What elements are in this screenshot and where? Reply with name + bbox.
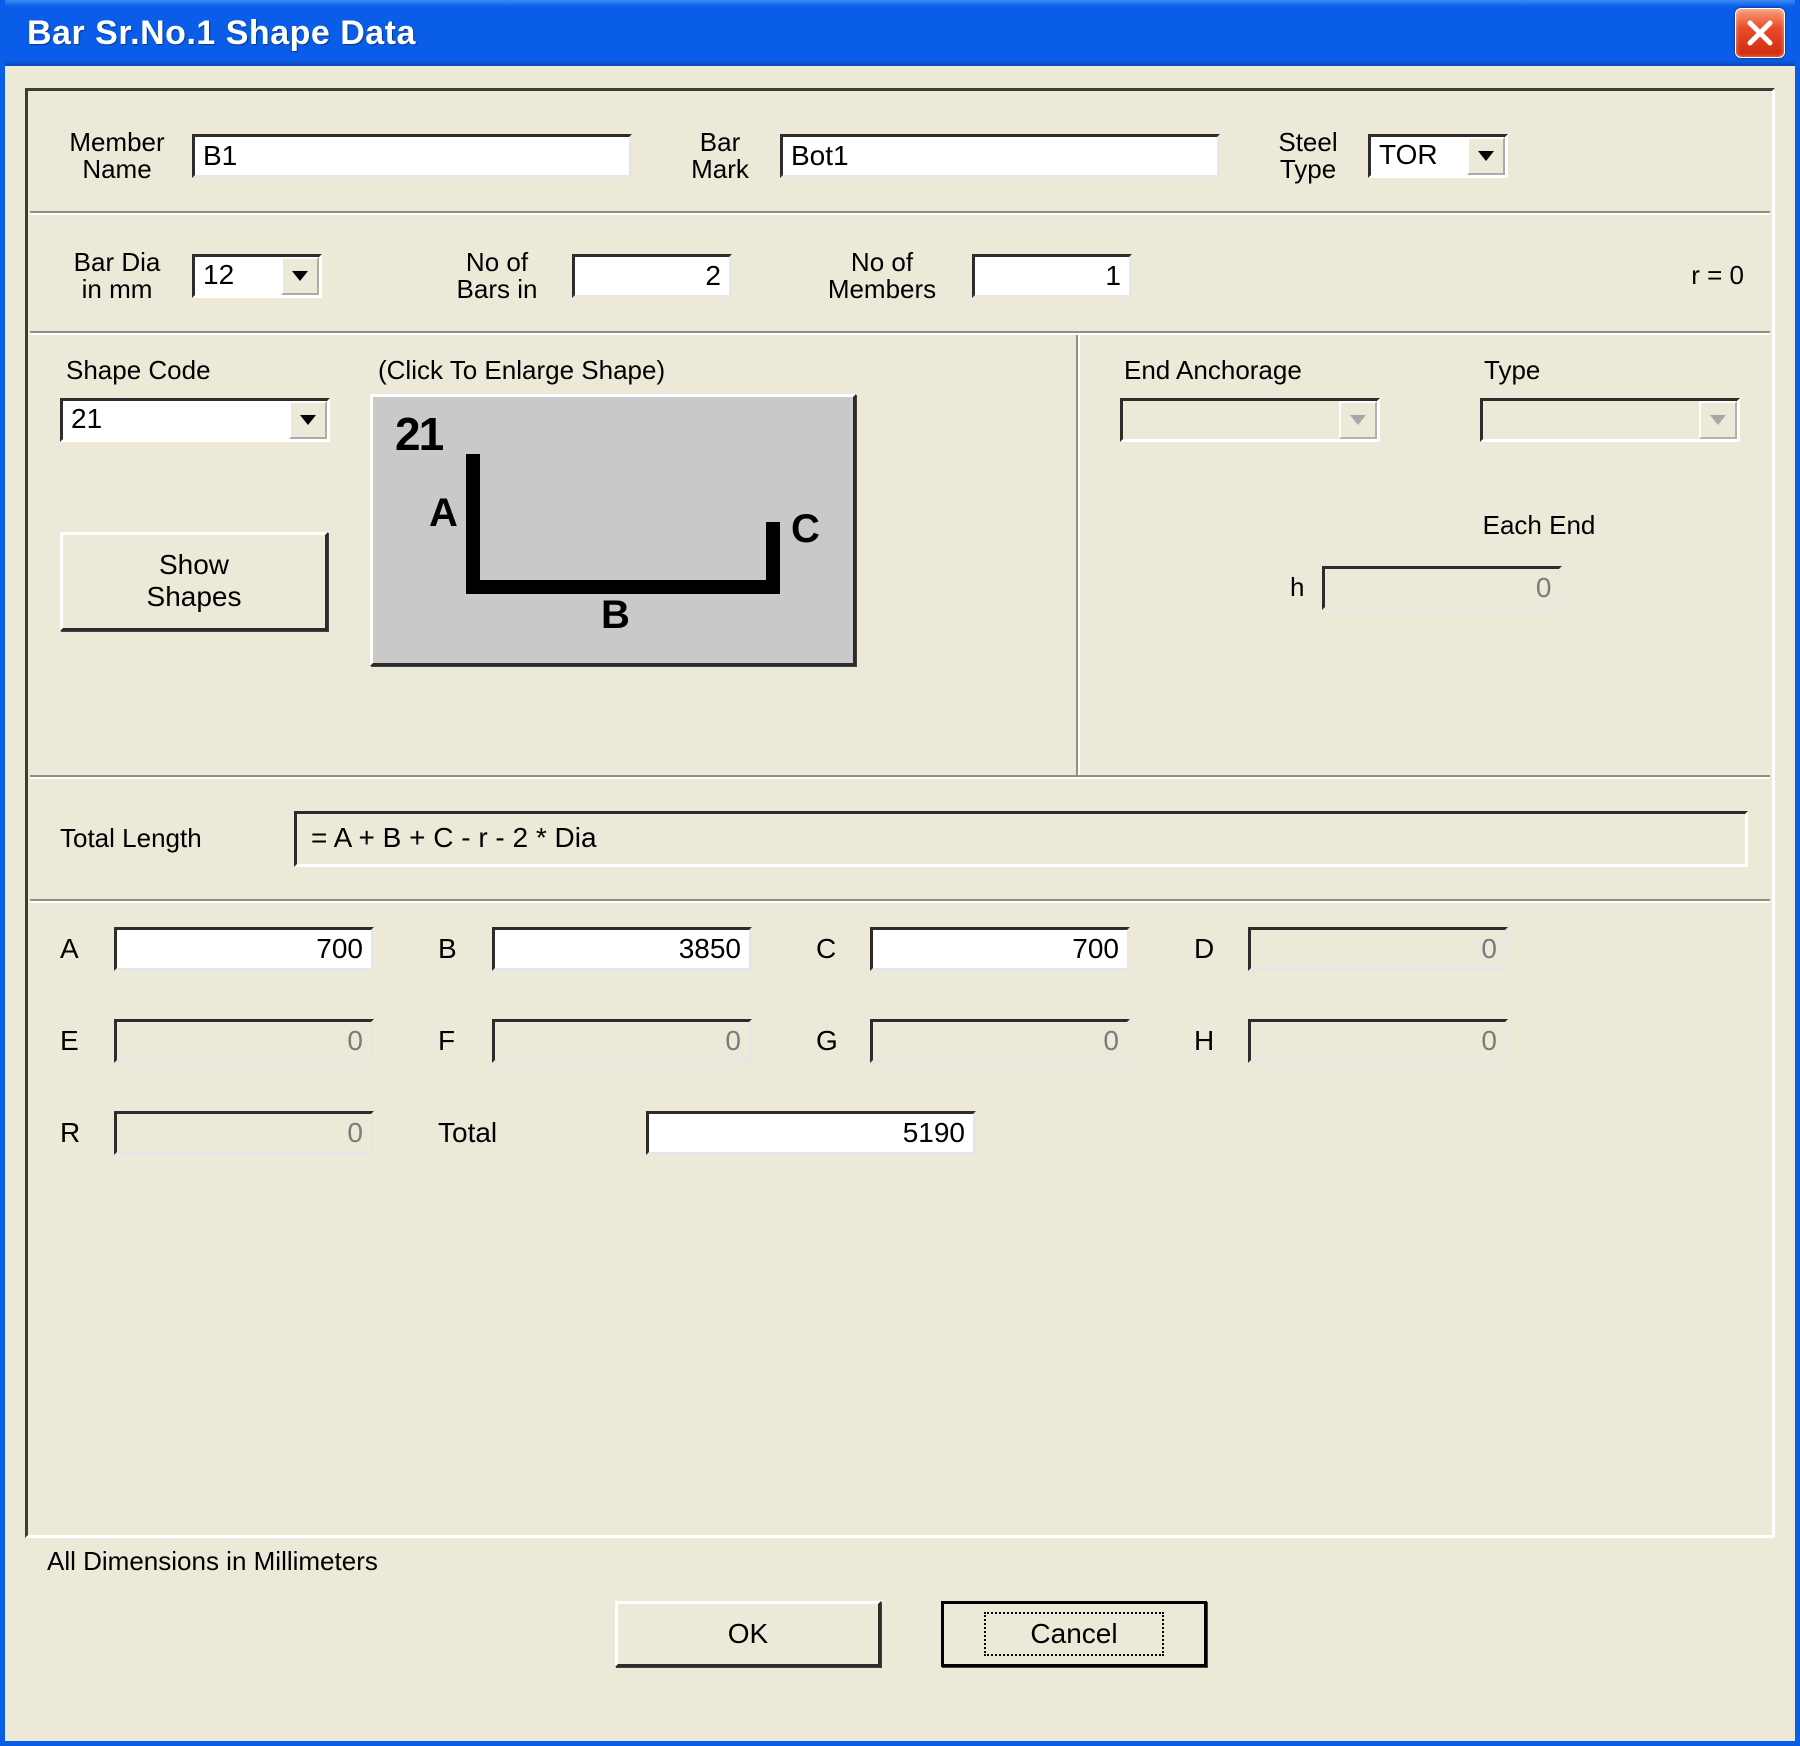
label-total: Total xyxy=(438,1117,548,1149)
dim-F-field xyxy=(492,1019,752,1063)
chevron-down-icon xyxy=(1710,415,1726,425)
anchorage-section: End Anchorage Type xyxy=(1080,335,1770,775)
label-D: D xyxy=(1194,933,1234,965)
shape-section: Shape Code 21 Show Shapes (Click To Enla… xyxy=(30,335,1076,775)
close-icon xyxy=(1747,20,1773,46)
dim-C-field[interactable] xyxy=(870,927,1130,971)
h-field xyxy=(1322,566,1562,610)
bar-dia-combo[interactable]: 12 xyxy=(192,254,322,298)
dim-B-field[interactable] xyxy=(492,927,752,971)
dim-D-field xyxy=(1248,927,1508,971)
dim-G-field xyxy=(870,1019,1130,1063)
formula-display: = A + B + C - r - 2 * Dia xyxy=(294,811,1748,867)
shape-leg-a: A xyxy=(429,491,458,536)
label-H: H xyxy=(1194,1025,1234,1057)
anchorage-type-dropdown-button xyxy=(1699,401,1737,439)
label-shape-code: Shape Code xyxy=(66,357,350,384)
label-anchorage-type: Type xyxy=(1484,357,1740,384)
label-A: A xyxy=(60,933,100,965)
label-total-length: Total Length xyxy=(60,825,270,852)
no-of-members-field[interactable] xyxy=(972,254,1132,298)
shape-code-dropdown-button[interactable] xyxy=(289,401,327,439)
label-no-of-bars: No of Bars in xyxy=(432,249,562,304)
label-member-name: Member Name xyxy=(52,129,182,184)
row-dimensions: A B C D E F xyxy=(30,903,1770,1183)
chevron-down-icon xyxy=(1350,415,1366,425)
shape-preview-button[interactable]: 21 A B C xyxy=(370,394,856,666)
row-shape-anchorage: Shape Code 21 Show Shapes (Click To Enla… xyxy=(30,335,1770,775)
window-title: Bar Sr.No.1 Shape Data xyxy=(27,14,416,53)
label-no-of-members: No of Members xyxy=(802,249,962,304)
steel-type-dropdown-button[interactable] xyxy=(1467,137,1505,175)
label-E: E xyxy=(60,1025,100,1057)
bar-dia-dropdown-button[interactable] xyxy=(281,257,319,295)
dim-total-field[interactable] xyxy=(646,1111,976,1155)
label-each-end: Each End xyxy=(1320,512,1758,539)
label-r-equals: r = 0 xyxy=(1691,262,1744,289)
label-dimensions-unit: All Dimensions in Millimeters xyxy=(47,1546,1775,1577)
shape-code-combo[interactable]: 21 xyxy=(60,398,330,442)
label-F: F xyxy=(438,1025,478,1057)
main-panel: Member Name Bar Mark Steel Type TOR Bar … xyxy=(25,88,1775,1538)
shape-code-value: 21 xyxy=(63,401,289,439)
end-anchorage-combo xyxy=(1120,398,1380,442)
label-steel-type: Steel Type xyxy=(1258,129,1358,184)
dim-R-field xyxy=(114,1111,374,1155)
label-B: B xyxy=(438,933,478,965)
row-total-length: Total Length = A + B + C - r - 2 * Dia xyxy=(30,779,1770,899)
chevron-down-icon xyxy=(300,415,316,425)
steel-type-value: TOR xyxy=(1371,137,1467,175)
close-button[interactable] xyxy=(1735,8,1785,58)
dim-A-field[interactable] xyxy=(114,927,374,971)
label-end-anchorage: End Anchorage xyxy=(1124,357,1420,384)
anchorage-type-combo xyxy=(1480,398,1740,442)
dim-H-field xyxy=(1248,1019,1508,1063)
footer: All Dimensions in Millimeters OK Cancel xyxy=(25,1538,1775,1667)
end-anchorage-value xyxy=(1123,401,1339,439)
member-name-field[interactable] xyxy=(192,134,632,178)
chevron-down-icon xyxy=(292,271,308,281)
show-shapes-button[interactable]: Show Shapes xyxy=(60,532,328,630)
dim-E-field xyxy=(114,1019,374,1063)
row-bar-params: Bar Dia in mm 12 No of Bars in No of Mem… xyxy=(30,215,1770,331)
client-area: Member Name Bar Mark Steel Type TOR Bar … xyxy=(5,66,1795,1741)
row-member-info: Member Name Bar Mark Steel Type TOR xyxy=(30,93,1770,211)
end-anchorage-dropdown-button xyxy=(1339,401,1377,439)
label-C: C xyxy=(816,933,856,965)
steel-type-combo[interactable]: TOR xyxy=(1368,134,1508,178)
bar-dia-value: 12 xyxy=(195,257,281,295)
label-G: G xyxy=(816,1025,856,1057)
chevron-down-icon xyxy=(1478,151,1494,161)
label-bar-mark: Bar Mark xyxy=(670,129,770,184)
ok-button[interactable]: OK xyxy=(615,1601,881,1667)
label-bar-dia: Bar Dia in mm xyxy=(52,249,182,304)
title-bar[interactable]: Bar Sr.No.1 Shape Data xyxy=(5,0,1795,66)
shape-leg-c: C xyxy=(791,507,820,552)
anchorage-type-value xyxy=(1483,401,1699,439)
label-enlarge-hint: (Click To Enlarge Shape) xyxy=(378,357,856,384)
label-h: h xyxy=(1290,574,1304,601)
no-of-bars-field[interactable] xyxy=(572,254,732,298)
dialog-window: Bar Sr.No.1 Shape Data Member Name Bar M… xyxy=(0,0,1800,1746)
label-R: R xyxy=(60,1117,100,1149)
cancel-button[interactable]: Cancel xyxy=(941,1601,1207,1667)
bar-mark-field[interactable] xyxy=(780,134,1220,178)
shape-leg-b: B xyxy=(601,593,630,638)
